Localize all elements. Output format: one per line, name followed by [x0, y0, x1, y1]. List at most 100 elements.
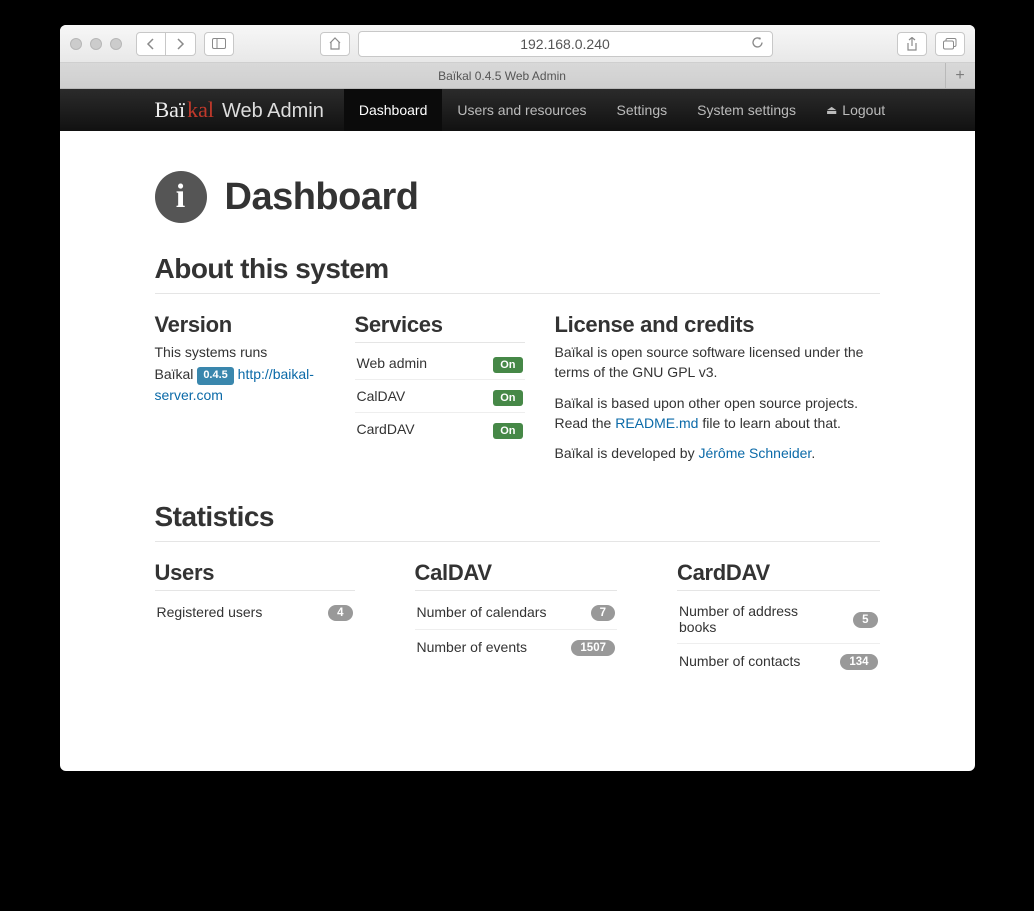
- address-bar[interactable]: 192.168.0.240: [358, 31, 773, 57]
- share-icon: [906, 37, 918, 51]
- nav-logout-label: Logout: [842, 102, 885, 118]
- license-p3: Baïkal is developed by Jérôme Schneider.: [555, 443, 880, 463]
- nav-system-settings-label: System settings: [697, 102, 796, 118]
- stat-label: Number of calendars: [415, 595, 568, 630]
- version-col: Version This systems runs Baïkal 0.4.5 h…: [155, 312, 325, 473]
- license-p2b-pre: Read the: [555, 415, 616, 431]
- page-header: i Dashboard: [155, 171, 880, 223]
- forward-button[interactable]: [166, 32, 196, 56]
- version-heading: Version: [155, 312, 325, 338]
- stats-row: Users Registered users 4 CalDAV Number o…: [155, 560, 880, 678]
- readme-link[interactable]: README.md: [615, 415, 698, 431]
- reload-icon: [751, 36, 764, 49]
- page-title: Dashboard: [225, 176, 419, 219]
- browser-tab-title: Baïkal 0.4.5 Web Admin: [438, 69, 566, 83]
- nav-users[interactable]: Users and resources: [442, 89, 601, 131]
- stat-label: Number of events: [415, 630, 568, 665]
- nav-settings-label: Settings: [617, 102, 668, 118]
- license-col: License and credits Baïkal is open sourc…: [555, 312, 880, 473]
- version-product: Baïkal: [155, 366, 194, 382]
- version-line1: This systems runs: [155, 342, 325, 362]
- stat-count: 5: [853, 612, 877, 628]
- license-p2: Baïkal is based upon other open source p…: [555, 393, 880, 434]
- stat-count: 7: [591, 605, 615, 621]
- tabs-button[interactable]: [935, 32, 965, 56]
- close-window-button[interactable]: [70, 38, 82, 50]
- stat-row: Number of calendars 7: [415, 595, 618, 630]
- reload-button[interactable]: [751, 36, 764, 52]
- version-badge: 0.4.5: [197, 367, 233, 385]
- services-heading: Services: [355, 312, 525, 343]
- stats-carddav-heading: CardDAV: [677, 560, 880, 591]
- nav-system-settings[interactable]: System settings: [682, 89, 811, 131]
- sidebar-toggle-button[interactable]: [204, 32, 234, 56]
- nav-items: Dashboard Users and resources Settings S…: [344, 89, 900, 131]
- browser-titlebar: 192.168.0.240: [60, 25, 975, 63]
- stats-carddav-col: CardDAV Number of address books 5 Number…: [677, 560, 880, 678]
- home-icon: [328, 37, 342, 50]
- stats-caldav-col: CalDAV Number of calendars 7 Number of e…: [415, 560, 618, 678]
- nav-dashboard-label: Dashboard: [359, 102, 428, 118]
- service-name: CalDAV: [355, 380, 473, 413]
- service-row: Web admin On: [355, 347, 525, 380]
- share-button[interactable]: [897, 32, 927, 56]
- brand-bai: Baï: [155, 97, 186, 123]
- browser-window: 192.168.0.240 Baïkal 0.4.5 Web Admin + B…: [60, 25, 975, 771]
- tabs-icon: [943, 38, 957, 50]
- brand[interactable]: Baïkal Web Admin: [155, 97, 324, 123]
- nav-settings[interactable]: Settings: [602, 89, 683, 131]
- stat-count: 1507: [571, 640, 615, 656]
- services-col: Services Web admin On CalDAV On CardDAV …: [355, 312, 525, 473]
- home-button[interactable]: [320, 32, 350, 56]
- services-table: Web admin On CalDAV On CardDAV On: [355, 347, 525, 445]
- stat-row: Number of events 1507: [415, 630, 618, 665]
- brand-suffix: Web Admin: [222, 100, 324, 123]
- app-navbar: Baïkal Web Admin Dashboard Users and res…: [60, 89, 975, 131]
- service-status-badge: On: [493, 357, 522, 373]
- stat-row: Registered users 4: [155, 595, 355, 629]
- stats-caldav-table: Number of calendars 7 Number of events 1…: [415, 595, 618, 664]
- stats-heading: Statistics: [155, 501, 880, 542]
- stats-carddav-table: Number of address books 5 Number of cont…: [677, 595, 880, 678]
- stats-caldav-heading: CalDAV: [415, 560, 618, 591]
- license-heading: License and credits: [555, 312, 880, 338]
- nav-users-label: Users and resources: [457, 102, 586, 118]
- stat-label: Registered users: [155, 595, 305, 629]
- address-text: 192.168.0.240: [520, 36, 610, 52]
- service-status-badge: On: [493, 390, 522, 406]
- chevron-right-icon: [175, 38, 185, 50]
- stat-row: Number of address books 5: [677, 595, 880, 644]
- author-link[interactable]: Jérôme Schneider: [698, 445, 811, 461]
- nav-dashboard[interactable]: Dashboard: [344, 89, 443, 131]
- minimize-window-button[interactable]: [90, 38, 102, 50]
- service-row: CalDAV On: [355, 380, 525, 413]
- license-p2b-post: file to learn about that.: [698, 415, 840, 431]
- about-row: Version This systems runs Baïkal 0.4.5 h…: [155, 312, 880, 473]
- about-heading: About this system: [155, 253, 880, 294]
- stats-users-heading: Users: [155, 560, 355, 591]
- back-button[interactable]: [136, 32, 166, 56]
- license-p1: Baïkal is open source software licensed …: [555, 342, 880, 383]
- page-content: i Dashboard About this system Version Th…: [60, 131, 975, 771]
- stat-count: 4: [328, 605, 352, 621]
- service-name: Web admin: [355, 347, 473, 380]
- license-p3-pre: Baïkal is developed by: [555, 445, 699, 461]
- stats-users-col: Users Registered users 4: [155, 560, 355, 678]
- license-p3-post: .: [811, 445, 815, 461]
- stat-label: Number of contacts: [677, 644, 830, 679]
- service-status-badge: On: [493, 423, 522, 439]
- service-name: CardDAV: [355, 413, 473, 446]
- stat-count: 134: [840, 654, 877, 670]
- new-tab-button[interactable]: +: [945, 63, 975, 88]
- stat-row: Number of contacts 134: [677, 644, 880, 679]
- nav-logout[interactable]: ⏏ Logout: [811, 89, 900, 131]
- zoom-window-button[interactable]: [110, 38, 122, 50]
- info-icon: i: [155, 171, 207, 223]
- plus-icon: +: [955, 67, 964, 85]
- service-row: CardDAV On: [355, 413, 525, 446]
- license-p2a: Baïkal is based upon other open source p…: [555, 395, 859, 411]
- stat-label: Number of address books: [677, 595, 830, 644]
- eject-icon: ⏏: [826, 103, 837, 117]
- browser-tab[interactable]: Baïkal 0.4.5 Web Admin: [60, 69, 945, 83]
- brand-kal: kal: [187, 97, 214, 123]
